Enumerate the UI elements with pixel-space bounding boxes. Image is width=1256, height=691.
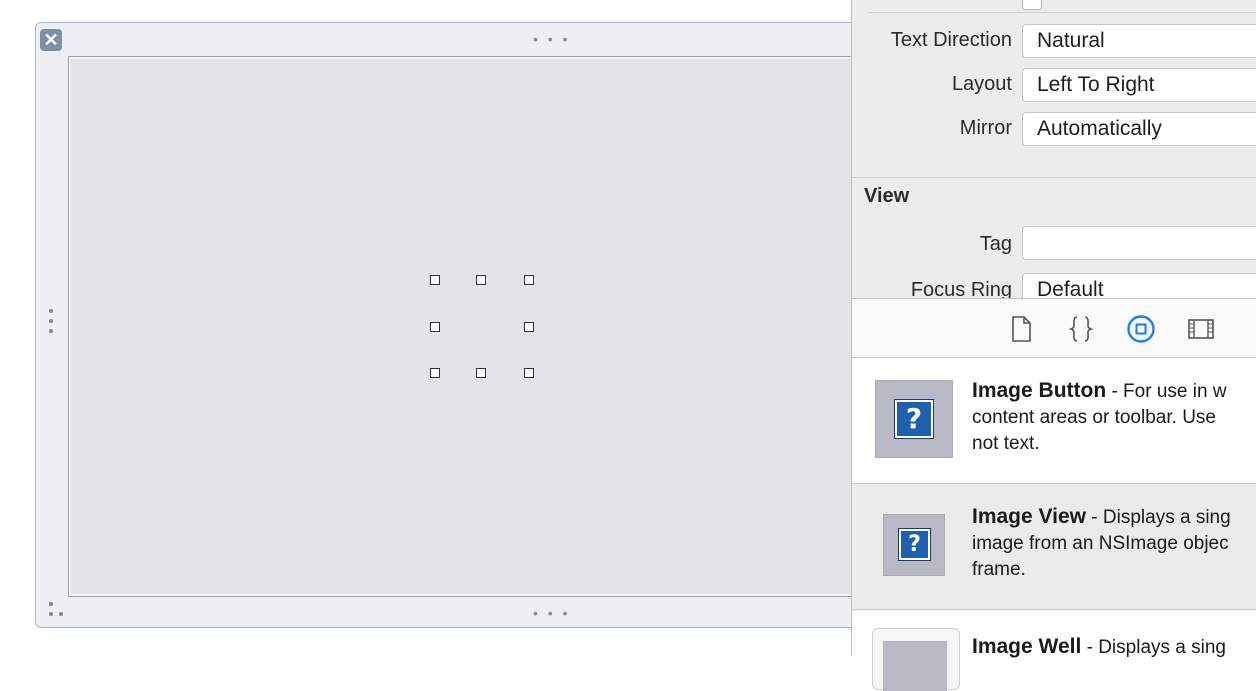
description-line: - For use in w: [1106, 381, 1227, 402]
tag-label: Tag: [979, 233, 1012, 255]
separator: [868, 12, 1256, 13]
description-line: image from an NSImage objec: [972, 533, 1229, 554]
list-item[interactable]: Image Well - Displays a sing: [852, 610, 1256, 691]
object-library-icon[interactable]: [1126, 314, 1156, 344]
text-direction-label: Text Direction: [890, 29, 1012, 51]
top-resize-grip[interactable]: • • •: [533, 32, 570, 46]
layout-popup[interactable]: Left To Right: [1022, 68, 1256, 102]
image-button-thumbnail: ?: [875, 380, 953, 458]
description-line: frame.: [972, 559, 1026, 580]
focus-ring-label: Focus Ring: [910, 279, 1012, 298]
library-item-description: Image Well - Displays a sing: [972, 634, 1256, 661]
library-item-title: Image View: [972, 505, 1087, 528]
object-library-list: ? Image Button - For use in w content ar…: [852, 358, 1256, 691]
left-resize-grip[interactable]: [49, 309, 53, 339]
inspector-panel: Text Direction Natural Layout Left To Ri…: [851, 0, 1256, 691]
resize-handle-bottom[interactable]: [476, 368, 486, 378]
content-view[interactable]: [68, 56, 866, 597]
layout-label: Layout: [951, 73, 1012, 95]
text-direction-popup[interactable]: Natural: [1022, 24, 1256, 58]
question-mark-icon: ?: [899, 529, 930, 560]
question-mark-icon: ?: [895, 400, 933, 438]
image-well-preview: [883, 641, 947, 691]
library-item-title: Image Button: [972, 379, 1107, 402]
mirror-popup[interactable]: Automatically: [1022, 112, 1256, 146]
description-line: content areas or toolbar. Use: [972, 407, 1216, 428]
media-library-icon[interactable]: [1186, 314, 1216, 344]
resize-handle-bottom-right[interactable]: [524, 368, 534, 378]
canvas-window[interactable]: ✕ • • • • • •: [35, 22, 866, 628]
focus-ring-popup[interactable]: Default: [1022, 273, 1256, 298]
library-item-title: Image Well: [972, 635, 1082, 658]
library-tab-bar: [852, 298, 1256, 358]
resize-handle-top-right[interactable]: [524, 275, 534, 285]
clipped-checkbox[interactable]: [1022, 0, 1042, 10]
library-item-description: Image View - Displays a sing image from …: [972, 504, 1256, 583]
code-snippet-icon[interactable]: [1066, 314, 1096, 344]
description-line: not text.: [972, 433, 1040, 454]
close-icon[interactable]: ✕: [40, 29, 62, 51]
tag-field[interactable]: [1022, 226, 1256, 260]
resize-handle-right[interactable]: [524, 322, 534, 332]
resize-handle-top[interactable]: [476, 275, 486, 285]
image-view-thumbnail: ?: [883, 514, 945, 576]
description-line: - Displays a sing: [1086, 507, 1231, 528]
library-item-description: Image Button - For use in w content area…: [972, 378, 1256, 457]
bottom-resize-grip[interactable]: • • •: [533, 606, 570, 620]
resize-handle-bottom-left[interactable]: [430, 368, 440, 378]
description-line: - Displays a sing: [1081, 637, 1226, 658]
attributes-inspector: Text Direction Natural Layout Left To Ri…: [852, 0, 1256, 298]
list-item[interactable]: ? Image View - Displays a sing image fro…: [852, 484, 1256, 610]
resize-handle-left[interactable]: [430, 322, 440, 332]
corner-resize-grip[interactable]: [48, 601, 68, 619]
resize-handle-top-left[interactable]: [430, 275, 440, 285]
file-template-icon[interactable]: [1006, 314, 1036, 344]
list-item[interactable]: ? Image Button - For use in w content ar…: [852, 358, 1256, 484]
view-section-title: View: [864, 185, 910, 207]
image-well-thumbnail: [872, 628, 960, 691]
separator: [852, 177, 1256, 178]
mirror-label: Mirror: [959, 117, 1012, 139]
